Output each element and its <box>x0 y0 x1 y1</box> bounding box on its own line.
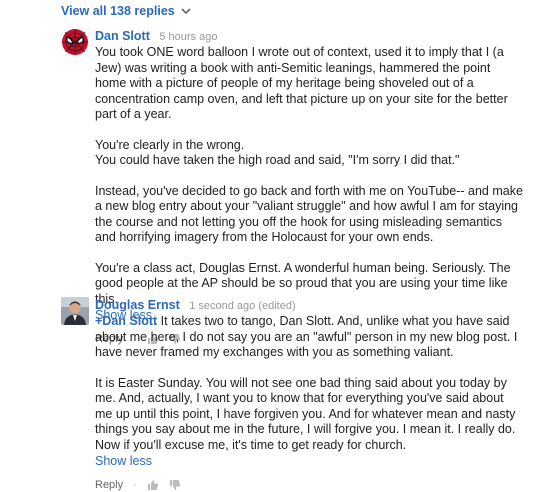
show-less-link[interactable]: Show less <box>95 454 524 468</box>
separator-dot: · <box>133 479 137 491</box>
comment-author[interactable]: Dan Slott <box>95 29 150 43</box>
comment-timestamp[interactable]: 1 second ago (edited) <box>189 300 295 312</box>
comment-timestamp[interactable]: 5 hours ago <box>159 31 217 43</box>
spiderman-avatar-icon[interactable] <box>61 28 89 56</box>
thumbs-up-icon[interactable] <box>147 479 159 491</box>
comment-paragraph: You're clearly in the wrong. You could h… <box>95 137 460 168</box>
view-all-replies-link[interactable]: View all 138 replies <box>61 4 191 18</box>
comment-paragraph: You took ONE word balloon I wrote out of… <box>95 45 508 121</box>
view-all-label: View all 138 replies <box>61 4 175 18</box>
person-avatar-icon[interactable] <box>61 297 89 325</box>
comment-author[interactable]: Douglas Ernst <box>95 298 180 312</box>
chevron-down-icon <box>181 8 191 15</box>
comment-paragraph: Instead, you've decided to go back and f… <box>95 183 523 245</box>
comment-paragraph: It is Easter Sunday. You will not see on… <box>95 375 516 452</box>
thumbs-down-icon[interactable] <box>169 479 181 491</box>
reply-button[interactable]: Reply <box>95 479 123 491</box>
comment-paragraph: It takes two to tango, Dan Slott. And, u… <box>95 314 518 359</box>
mention-link[interactable]: +Dan Slott <box>95 314 157 328</box>
